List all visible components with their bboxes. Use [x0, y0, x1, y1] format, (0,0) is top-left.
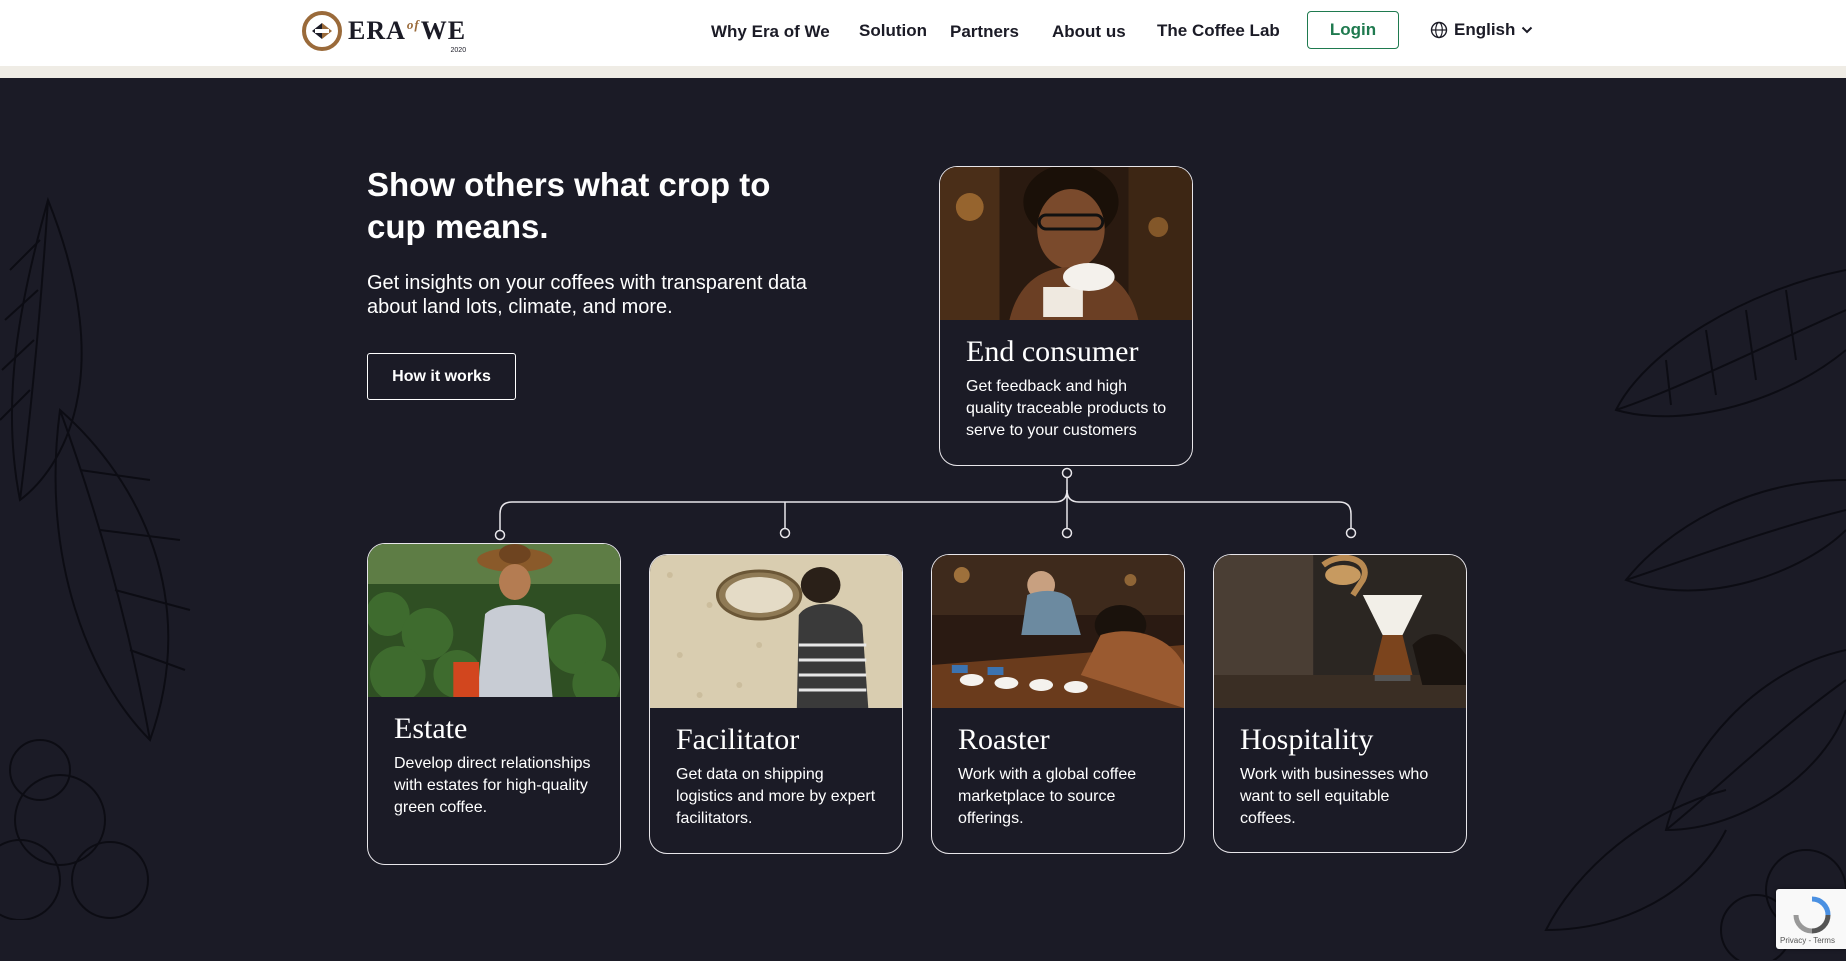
pour-over-coffee-photo — [1214, 555, 1466, 708]
card-title: End consumer — [966, 335, 1139, 368]
card-facilitator[interactable]: Facilitator Get data on shipping logisti… — [649, 554, 903, 854]
connector-node — [779, 527, 791, 539]
card-title: Facilitator — [676, 723, 800, 756]
card-title: Roaster — [958, 723, 1050, 756]
card-estate[interactable]: Estate Develop direct relationships with… — [367, 543, 621, 865]
card-description: Get feedback and high quality traceable … — [966, 378, 1167, 439]
woman-with-coffee-cup-photo — [940, 167, 1192, 320]
card-roaster[interactable]: Roaster Work with a global coffee market… — [931, 554, 1185, 854]
card-description: Work with a global coffee marketplace to… — [958, 766, 1137, 827]
connector-node — [1061, 527, 1073, 539]
card-title: Hospitality — [1240, 723, 1374, 756]
coffee-cupping-photo — [932, 555, 1184, 708]
card-description: Get data on shipping logistics and more … — [676, 766, 876, 827]
card-hospitality[interactable]: Hospitality Work with businesses who wan… — [1213, 554, 1467, 853]
drying-coffee-beans-photo — [650, 555, 902, 708]
card-end-consumer[interactable]: End consumer Get feedback and high quali… — [939, 166, 1193, 466]
recaptcha-icon — [1793, 896, 1831, 934]
recaptcha-badge[interactable]: Privacy - Terms — [1776, 889, 1846, 949]
card-description: Develop direct relationships with estate… — [394, 755, 591, 816]
card-title: Estate — [394, 712, 468, 745]
connector-node — [1061, 467, 1073, 479]
recaptcha-terms[interactable]: Privacy - Terms — [1780, 936, 1835, 945]
connector-node — [494, 529, 506, 541]
connector-node — [1345, 527, 1357, 539]
coffee-farmer-photo — [368, 544, 620, 697]
card-connectors — [494, 467, 1357, 541]
card-description: Work with businesses who want to sell eq… — [1240, 766, 1429, 827]
